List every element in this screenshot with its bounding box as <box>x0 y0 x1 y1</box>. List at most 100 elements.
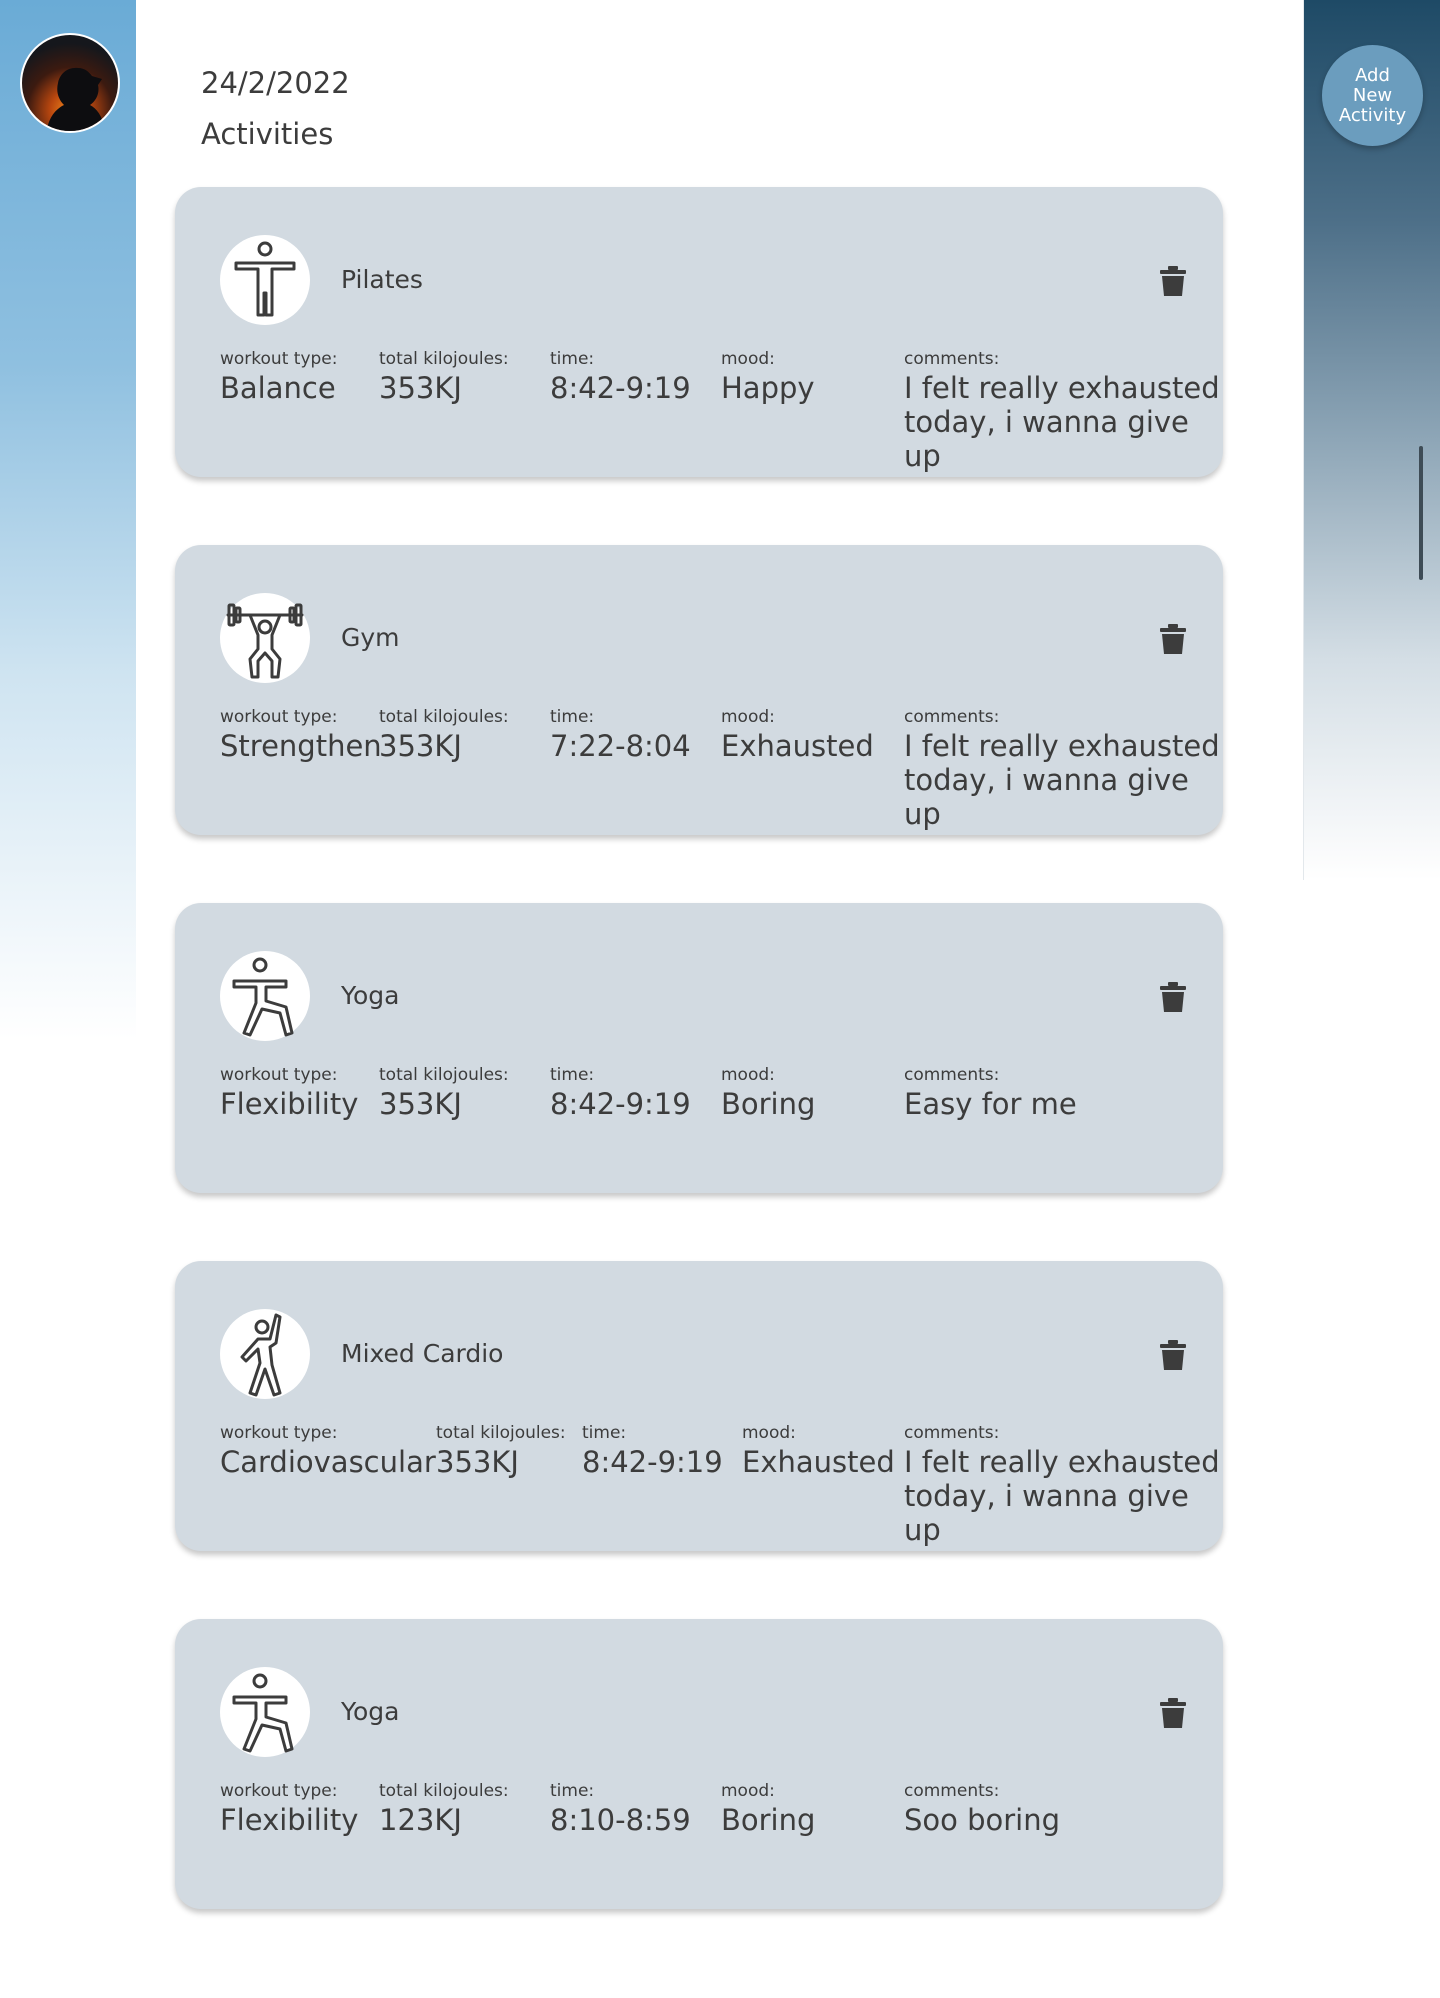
add-new-activity-button[interactable]: Add New Activity <box>1322 45 1423 146</box>
time-value: 8:42-9:19 <box>550 371 691 405</box>
comments-value: I felt really exhausted today, i wanna g… <box>904 1445 1220 1547</box>
activity-name: Gym <box>341 623 400 652</box>
workout-type-field: workout type: Flexibility <box>220 1065 358 1121</box>
workout-type-value: Strengthen <box>220 729 382 763</box>
pilates-figure-icon <box>220 235 310 325</box>
kilojoules-value: 123KJ <box>379 1803 462 1837</box>
comments-field: comments: I felt really exhausted today,… <box>904 1423 1234 1547</box>
comments-label: comments: <box>904 1065 1000 1085</box>
time-label: time: <box>550 707 595 727</box>
mood-value: Exhausted <box>742 1445 895 1479</box>
kilojoules-value: 353KJ <box>436 1445 519 1479</box>
comments-field: comments: I felt really exhausted today,… <box>904 707 1234 831</box>
kilojoules-value: 353KJ <box>379 1087 462 1121</box>
workout-type-field: workout type: Cardiovascular <box>220 1423 436 1479</box>
time-field: time: 8:42-9:19 <box>550 349 691 405</box>
workout-type-value: Flexibility <box>220 1803 359 1837</box>
user-silhouette-icon <box>46 67 106 131</box>
workout-type-field: workout type: Balance <box>220 349 337 405</box>
kilojoules-value: 353KJ <box>379 371 462 405</box>
time-value: 7:22-8:04 <box>550 729 691 763</box>
kilojoules-label: total kilojoules: <box>379 1781 509 1801</box>
mood-value: Boring <box>721 1803 816 1837</box>
mood-field: mood: Boring <box>721 1781 815 1837</box>
kilojoules-value: 353KJ <box>379 729 462 763</box>
mood-field: mood: Exhausted <box>721 707 874 763</box>
activity-card: Yoga workout type: Flexibility total kil… <box>175 1619 1223 1909</box>
trash-icon[interactable] <box>1159 981 1187 1013</box>
trash-icon[interactable] <box>1159 265 1187 297</box>
workout-type-field: workout type: Strengthen <box>220 707 382 763</box>
workout-type-label: workout type: <box>220 1065 338 1085</box>
workout-type-label: workout type: <box>220 1423 338 1443</box>
workout-type-label: workout type: <box>220 1781 338 1801</box>
kilojoules-label: total kilojoules: <box>436 1423 566 1443</box>
activity-card: Gym workout type: Strengthen total kiloj… <box>175 545 1223 835</box>
mood-value: Happy <box>721 371 815 405</box>
scrollbar-thumb[interactable] <box>1419 446 1423 580</box>
weightlifting-figure-icon <box>220 593 310 683</box>
page-title: Activities <box>201 117 334 151</box>
left-sidebar <box>0 0 136 1040</box>
mood-value: Boring <box>721 1087 816 1121</box>
time-field: time: 8:42-9:19 <box>550 1065 691 1121</box>
activity-name: Yoga <box>341 981 400 1010</box>
mood-label: mood: <box>721 707 775 727</box>
comments-label: comments: <box>904 1781 1000 1801</box>
kilojoules-field: total kilojoules: 353KJ <box>379 349 509 405</box>
yoga-figure-icon <box>220 1667 310 1757</box>
trash-icon[interactable] <box>1159 1697 1187 1729</box>
trash-icon[interactable] <box>1159 1339 1187 1371</box>
kilojoules-label: total kilojoules: <box>379 1065 509 1085</box>
activity-name: Pilates <box>341 265 423 294</box>
activity-card: Mixed Cardio workout type: Cardiovascula… <box>175 1261 1223 1551</box>
kilojoules-field: total kilojoules: 123KJ <box>379 1781 509 1837</box>
workout-type-field: workout type: Flexibility <box>220 1781 358 1837</box>
mood-label: mood: <box>742 1423 796 1443</box>
comments-value: Soo boring <box>904 1803 1061 1837</box>
mood-field: mood: Happy <box>721 349 815 405</box>
time-label: time: <box>550 349 595 369</box>
time-value: 8:42-9:19 <box>550 1087 691 1121</box>
comments-value: I felt really exhausted today, i wanna g… <box>904 729 1220 831</box>
mood-value: Exhausted <box>721 729 874 763</box>
workout-type-value: Flexibility <box>220 1087 359 1121</box>
kilojoules-label: total kilojoules: <box>379 707 509 727</box>
time-label: time: <box>550 1065 595 1085</box>
mood-field: mood: Exhausted <box>742 1423 895 1479</box>
time-field: time: 8:42-9:19 <box>582 1423 723 1479</box>
kilojoules-field: total kilojoules: 353KJ <box>379 707 509 763</box>
time-value: 8:42-9:19 <box>582 1445 723 1479</box>
comments-value: I felt really exhausted today, i wanna g… <box>904 371 1220 473</box>
page-date: 24/2/2022 <box>201 66 350 100</box>
activity-name: Mixed Cardio <box>341 1339 504 1368</box>
comments-label: comments: <box>904 1423 1000 1443</box>
workout-type-value: Balance <box>220 371 336 405</box>
mood-field: mood: Boring <box>721 1065 815 1121</box>
kilojoules-field: total kilojoules: 353KJ <box>436 1423 566 1479</box>
time-field: time: 7:22-8:04 <box>550 707 691 763</box>
kilojoules-label: total kilojoules: <box>379 349 509 369</box>
time-label: time: <box>550 1781 595 1801</box>
workout-type-value: Cardiovascular <box>220 1445 436 1479</box>
time-label: time: <box>582 1423 627 1443</box>
time-field: time: 8:10-8:59 <box>550 1781 691 1837</box>
comments-field: comments: Easy for me <box>904 1065 1234 1121</box>
comments-label: comments: <box>904 707 1000 727</box>
activity-name: Yoga <box>341 1697 400 1726</box>
activity-card: Pilates workout type: Balance total kilo… <box>175 187 1223 477</box>
mood-label: mood: <box>721 1781 775 1801</box>
activity-card: Yoga workout type: Flexibility total kil… <box>175 903 1223 1193</box>
cardio-figure-icon <box>220 1309 310 1399</box>
comments-label: comments: <box>904 349 1000 369</box>
avatar[interactable] <box>20 33 120 133</box>
trash-icon[interactable] <box>1159 623 1187 655</box>
kilojoules-field: total kilojoules: 353KJ <box>379 1065 509 1121</box>
mood-label: mood: <box>721 1065 775 1085</box>
yoga-figure-icon <box>220 951 310 1041</box>
workout-type-label: workout type: <box>220 707 338 727</box>
comments-value: Easy for me <box>904 1087 1077 1121</box>
time-value: 8:10-8:59 <box>550 1803 691 1837</box>
workout-type-label: workout type: <box>220 349 338 369</box>
mood-label: mood: <box>721 349 775 369</box>
